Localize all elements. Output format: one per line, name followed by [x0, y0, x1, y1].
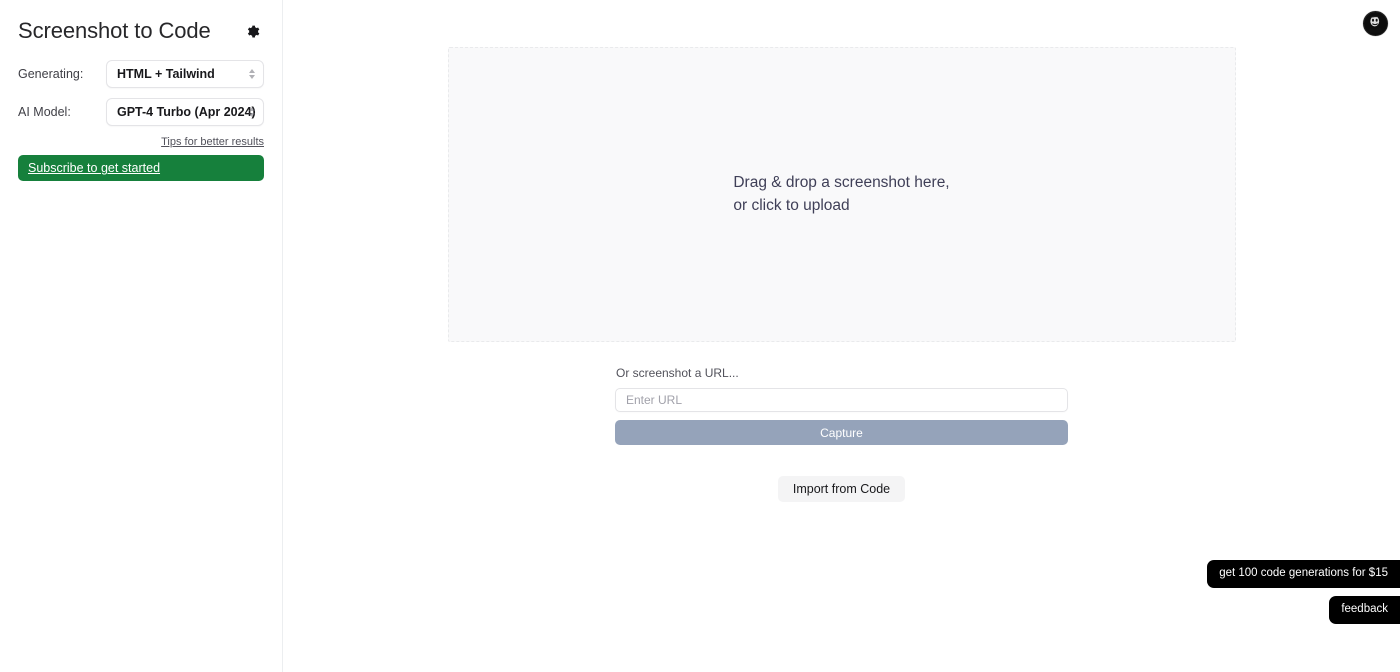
sidebar: Screenshot to Code Generating: HTML + Ta… [0, 0, 283, 672]
capture-button[interactable]: Capture [615, 420, 1068, 445]
tips-row: Tips for better results [18, 136, 264, 148]
user-avatar-icon[interactable] [1363, 11, 1388, 36]
main-content: Drag & drop a screenshot here, or click … [283, 0, 1400, 672]
dropzone-line-1: Drag & drop a screenshot here, [733, 174, 950, 192]
ai-model-field-row: AI Model: GPT-4 Turbo (Apr 2024) [18, 98, 264, 127]
ai-model-select[interactable]: GPT-4 Turbo (Apr 2024) [106, 98, 264, 127]
chevron-down-icon [248, 75, 255, 80]
app-root: Screenshot to Code Generating: HTML + Ta… [0, 0, 1400, 672]
gear-icon[interactable] [242, 21, 262, 41]
subscribe-button[interactable]: Subscribe to get started [18, 155, 264, 182]
chevron-updown-icon [247, 67, 256, 81]
dropzone-line-2: or click to upload [733, 196, 850, 214]
url-capture-section: Or screenshot a URL... Capture [615, 342, 1068, 445]
import-from-code-button[interactable]: Import from Code [777, 476, 906, 502]
feedback-badge[interactable]: feedback [1329, 596, 1400, 624]
url-section-label: Or screenshot a URL... [616, 366, 739, 380]
ai-model-select-value: GPT-4 Turbo (Apr 2024) [117, 105, 256, 120]
tips-for-better-results-link[interactable]: Tips for better results [161, 136, 264, 148]
promo-badge[interactable]: get 100 code generations for $15 [1207, 560, 1400, 588]
import-row: Import from Code [448, 476, 1236, 502]
generating-field-row: Generating: HTML + Tailwind [18, 60, 264, 89]
dropzone-text: Drag & drop a screenshot here, or click … [733, 172, 949, 217]
url-input[interactable] [615, 388, 1068, 412]
page-title: Screenshot to Code [18, 18, 211, 43]
sidebar-header: Screenshot to Code [18, 18, 264, 44]
chevron-up-icon [248, 69, 255, 74]
ai-model-label: AI Model: [18, 105, 71, 120]
sidebar-content: Screenshot to Code Generating: HTML + Ta… [0, 0, 282, 182]
center-column: Drag & drop a screenshot here, or click … [447, 0, 1236, 502]
avatar-image [1364, 12, 1387, 35]
generating-select[interactable]: HTML + Tailwind [106, 60, 264, 89]
gear-icon-glyph [247, 25, 259, 38]
generating-select-value: HTML + Tailwind [117, 67, 215, 82]
generating-label: Generating: [18, 67, 84, 82]
screenshot-dropzone[interactable]: Drag & drop a screenshot here, or click … [447, 47, 1236, 342]
